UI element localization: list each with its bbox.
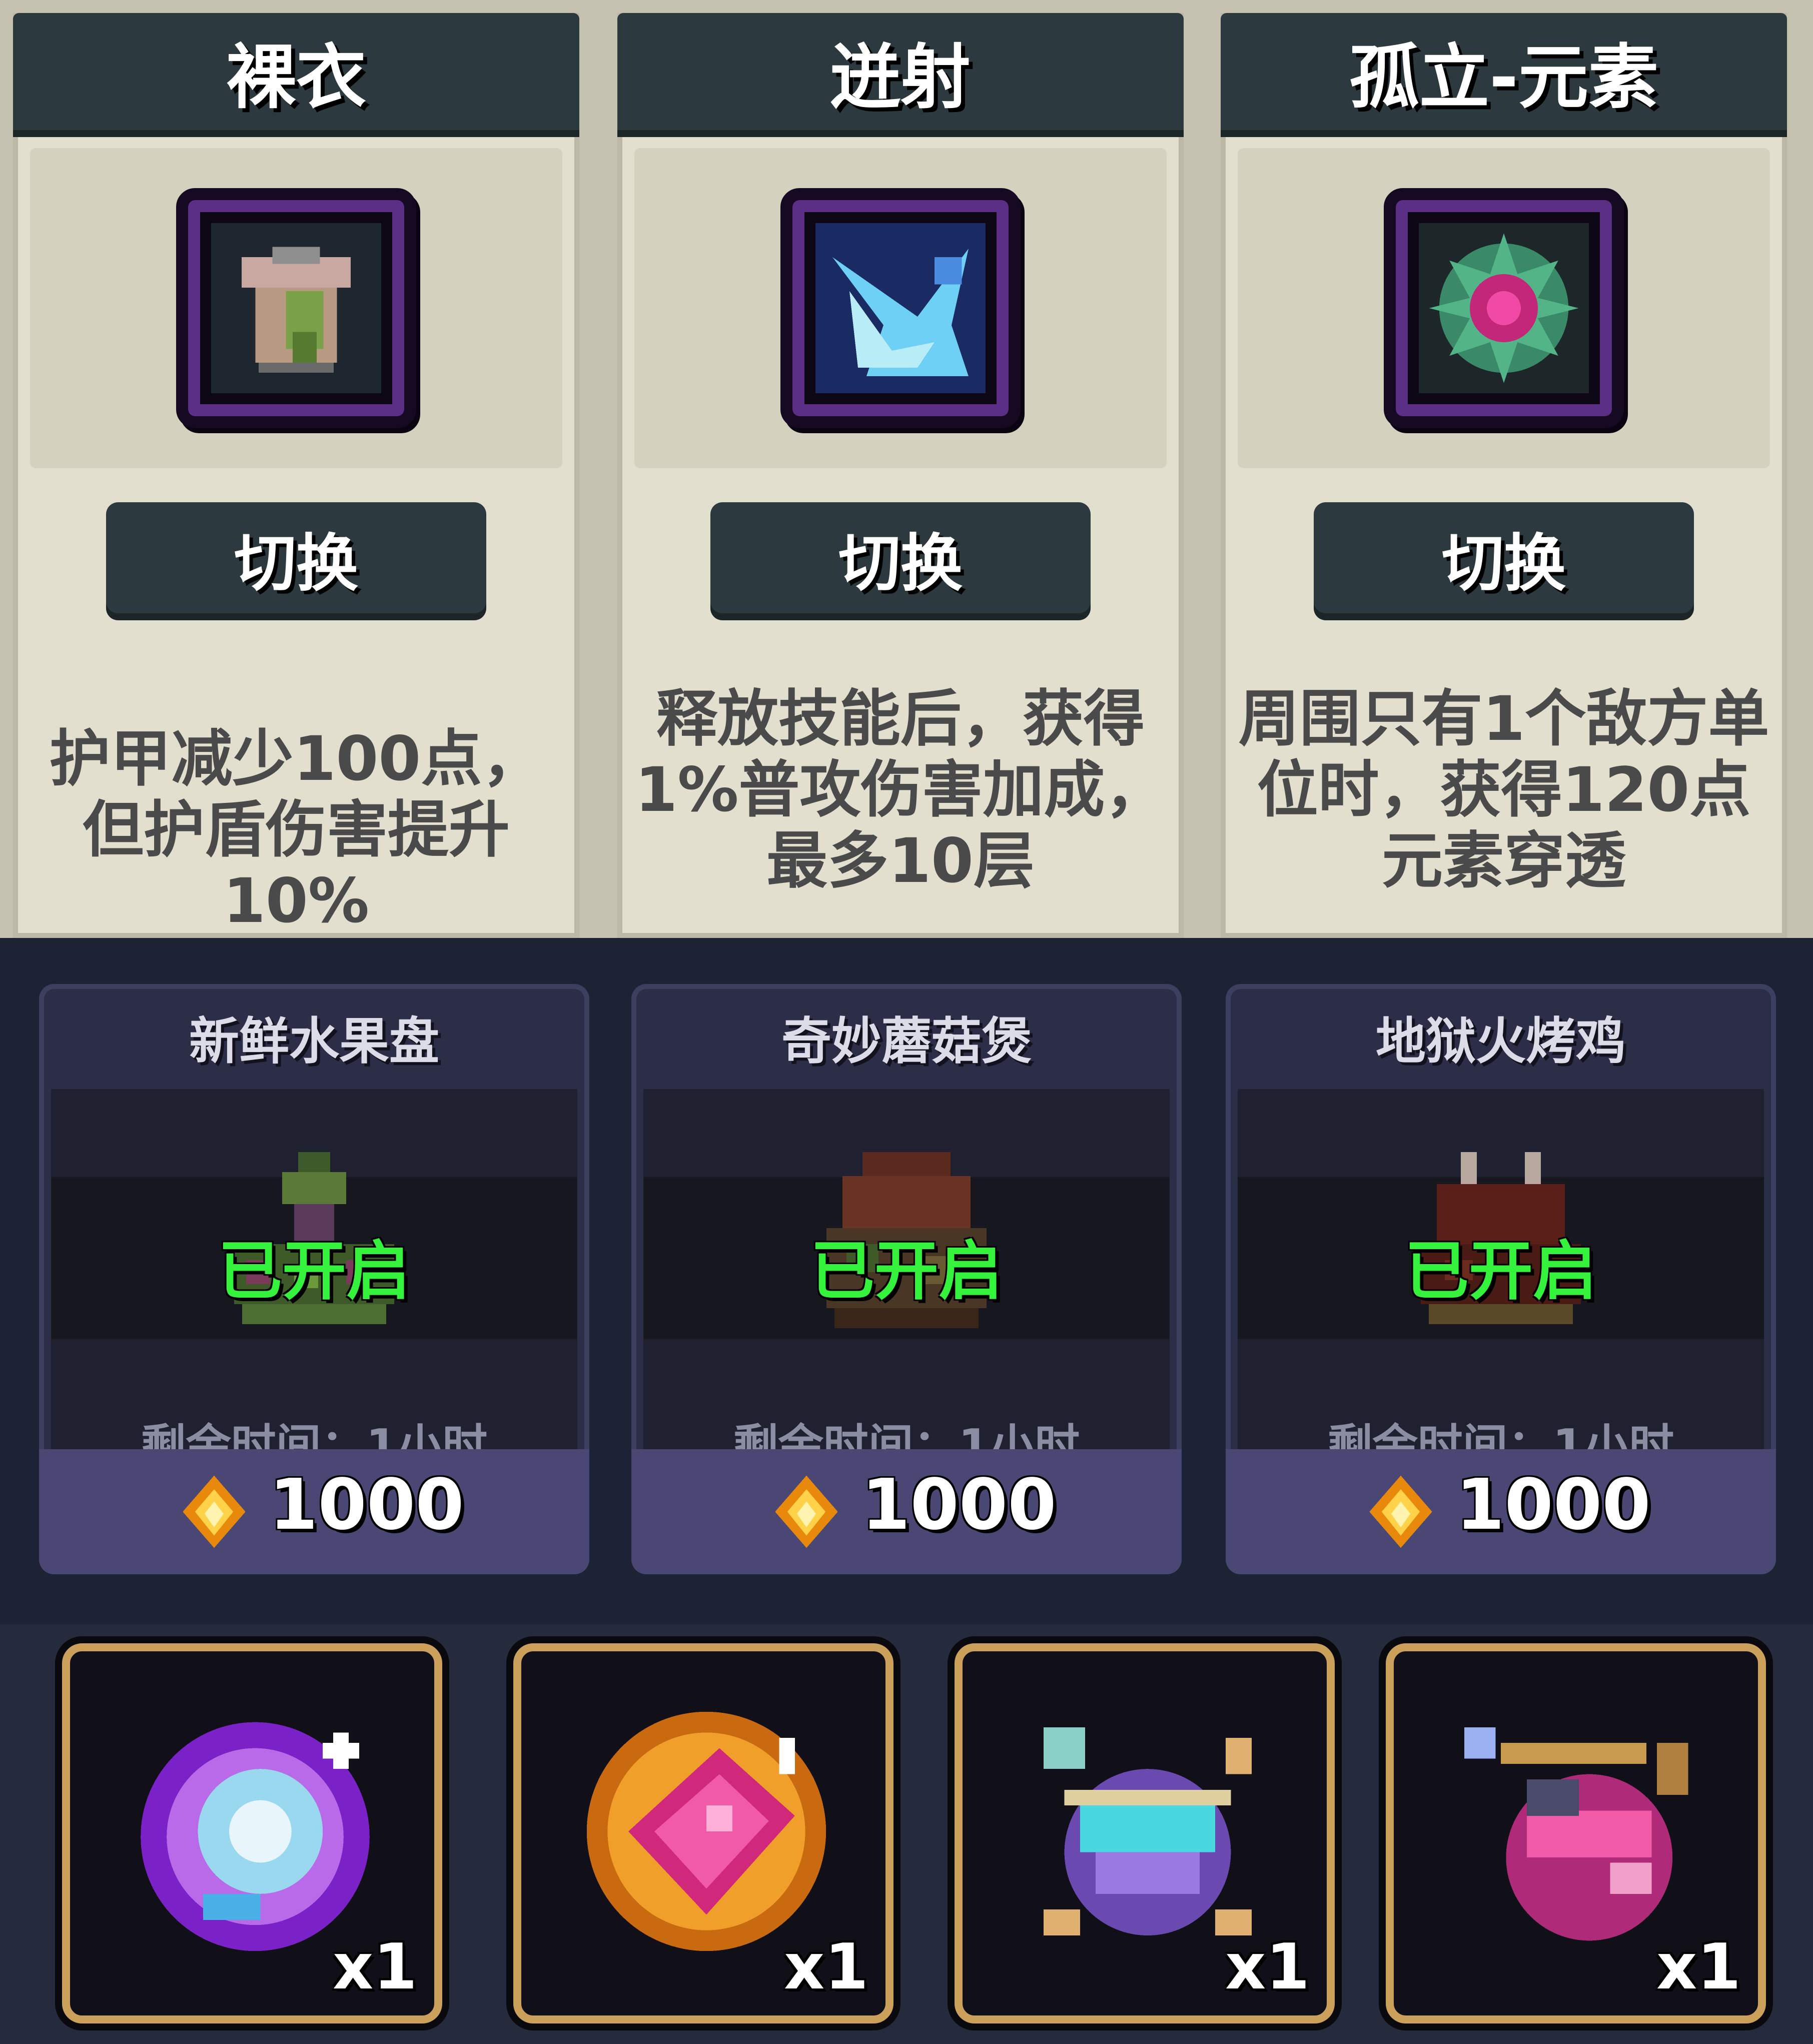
price-amount: 1000 — [861, 1464, 1057, 1546]
inventory-section: x1 x1 x1 x1 — [0, 1624, 1813, 2044]
switch-button[interactable]: 切换 — [1314, 502, 1694, 613]
splash-icon — [780, 188, 1021, 428]
inventory-slot[interactable]: x1 — [955, 1643, 1335, 2023]
skill-title: 孤立-元素 — [1221, 13, 1787, 137]
skill-title: 裸衣 — [13, 13, 579, 137]
switch-button[interactable]: 切换 — [106, 502, 486, 613]
skill-icon-panel — [634, 148, 1167, 468]
pink-crystal-icon — [586, 1711, 826, 1951]
skill-card: 迸射 切换 释放技能后，获得1%普攻伤害加成，最多10层 — [617, 13, 1184, 938]
status-active-label: 已开启 — [218, 1234, 410, 1309]
skill-description: 周围只有1个敌方单位时，获得120点元素穿透 — [1238, 683, 1769, 896]
skill-description: 释放技能后，获得1%普攻伤害加成，最多10层 — [635, 683, 1166, 896]
purple-orb-icon — [141, 1722, 370, 1951]
price-amount: 1000 — [269, 1464, 464, 1546]
food-section: 新鲜水果盘 已开启 剩余时间：1小时 1000 奇妙蘑菇煲 已开启 剩余时间：1… — [0, 938, 1813, 1624]
shirt-icon — [176, 188, 416, 428]
item-quantity: x1 — [784, 1930, 868, 2003]
inventory-slot[interactable]: x1 — [62, 1643, 442, 2023]
skill-card: 孤立-元素 切换 周围只有1个敌方单位时，获得120点元素穿透 — [1221, 13, 1787, 938]
inventory-slot[interactable]: x1 — [1386, 1643, 1766, 2023]
price-bar: 1000 — [631, 1449, 1182, 1574]
skill-icon-panel — [1238, 148, 1770, 468]
food-body: 已开启 剩余时间：1小时 — [643, 1089, 1170, 1472]
food-body: 已开启 剩余时间：1小时 — [51, 1089, 577, 1472]
element-orb-icon — [1384, 188, 1624, 428]
item-quantity: x1 — [1656, 1930, 1741, 2003]
pink-cauldron-icon — [1464, 1727, 1688, 1941]
item-quantity: x1 — [333, 1930, 417, 2003]
blue-cauldron-icon — [1044, 1727, 1252, 1935]
skills-section: 裸衣 切换 护甲减少100点，但护盾伤害提升10% 迸射 切换 释放技能后，获得… — [0, 0, 1813, 938]
status-active-label: 已开启 — [810, 1234, 1003, 1309]
item-quantity: x1 — [1225, 1930, 1310, 2003]
fire-gem-icon — [1369, 1475, 1432, 1548]
status-active-label: 已开启 — [1404, 1234, 1597, 1309]
fire-gem-icon — [775, 1475, 838, 1548]
fire-gem-icon — [183, 1475, 246, 1548]
food-name: 新鲜水果盘 — [189, 1011, 439, 1071]
food-name: 奇妙蘑菇煲 — [781, 1011, 1032, 1071]
skill-icon-panel — [30, 148, 562, 468]
price-amount: 1000 — [1456, 1464, 1651, 1546]
skill-description: 护甲减少100点，但护盾伤害提升10% — [49, 723, 543, 936]
skill-title: 迸射 — [617, 13, 1184, 137]
food-card[interactable]: 奇妙蘑菇煲 已开启 剩余时间：1小时 1000 — [631, 984, 1182, 1574]
switch-button[interactable]: 切换 — [710, 502, 1091, 613]
price-bar: 1000 — [39, 1449, 589, 1574]
food-card[interactable]: 地狱火烤鸡 已开启 剩余时间：1小时 1000 — [1226, 984, 1776, 1574]
price-bar: 1000 — [1226, 1449, 1776, 1574]
food-card[interactable]: 新鲜水果盘 已开启 剩余时间：1小时 1000 — [39, 984, 589, 1574]
skill-card: 裸衣 切换 护甲减少100点，但护盾伤害提升10% — [13, 13, 579, 938]
inventory-slot[interactable]: x1 — [513, 1643, 893, 2023]
food-name: 地狱火烤鸡 — [1376, 1011, 1626, 1071]
food-body: 已开启 剩余时间：1小时 — [1238, 1089, 1764, 1472]
